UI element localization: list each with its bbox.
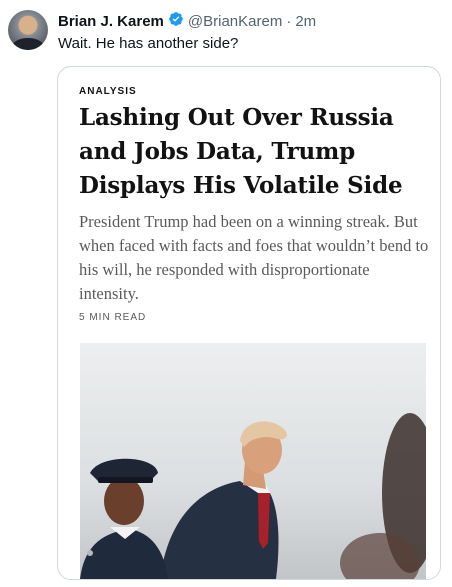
tweet-text: Wait. He has another side?	[58, 35, 239, 52]
tweet-timestamp[interactable]: 2m	[295, 13, 316, 30]
article-headline[interactable]: Lashing Out Over Russia and Jobs Data, T…	[79, 101, 419, 203]
article-photo	[80, 343, 426, 579]
author-handle[interactable]: @BrianKarem	[188, 13, 282, 30]
link-preview-card[interactable]: ANALYSIS Lashing Out Over Russia and Job…	[57, 66, 441, 580]
tweet-header: Brian J. Karem @BrianKarem · 2m	[58, 11, 316, 31]
verified-badge-icon	[168, 11, 184, 31]
separator-dot: ·	[286, 12, 292, 30]
article-kicker: ANALYSIS	[79, 86, 137, 97]
article-summary: President Trump had been on a winning st…	[79, 212, 429, 303]
author-avatar[interactable]	[8, 10, 48, 50]
article-read-time: 5 MIN READ	[79, 312, 147, 323]
author-name[interactable]: Brian J. Karem	[58, 13, 164, 30]
